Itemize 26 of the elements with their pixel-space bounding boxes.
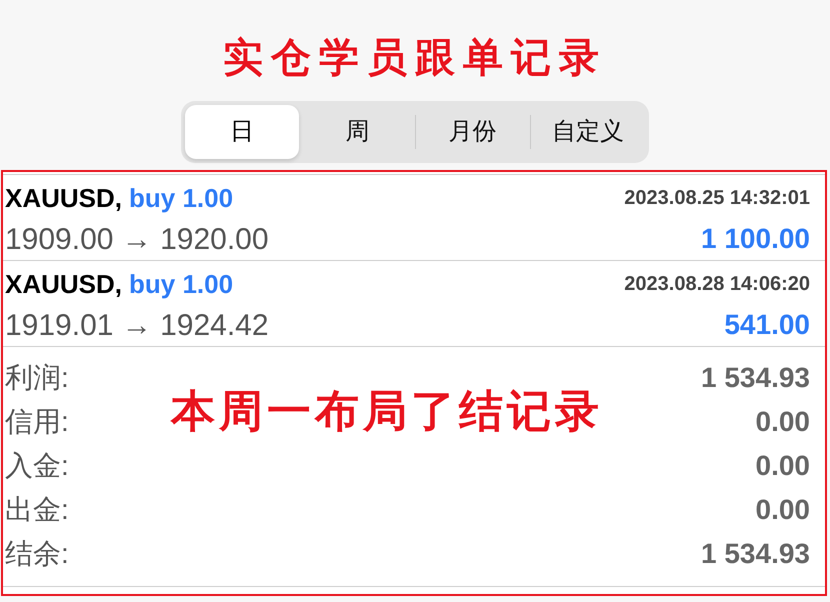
- deal-prices: 1909.00 → 1920.00: [5, 222, 269, 258]
- deal-profit: 1 100.00: [701, 222, 810, 256]
- period-tab[interactable]: 日: [185, 105, 300, 159]
- summary-value: 0.00: [756, 493, 810, 527]
- summary-value: 1 534.93: [701, 537, 810, 571]
- deal-action: buy 1.00: [129, 268, 234, 300]
- summary-value: 1 534.93: [701, 361, 810, 395]
- period-tab[interactable]: 月份: [416, 105, 530, 159]
- deal-time: 2023.08.25 14:32:01: [624, 186, 810, 211]
- deal-prices: 1919.01 → 1924.42: [5, 308, 269, 344]
- deal-symbol: XAUUSD,: [5, 268, 122, 300]
- deal-profit: 541.00: [724, 308, 810, 342]
- summary-label: 结余:: [5, 537, 69, 571]
- summary-value: 0.00: [756, 449, 810, 483]
- summary-label: 出金:: [5, 493, 69, 527]
- summary-label: 利润:: [5, 361, 69, 395]
- period-tab[interactable]: 周: [300, 105, 414, 159]
- summary-value: 0.00: [756, 405, 810, 439]
- deal-symbol: XAUUSD,: [5, 182, 122, 214]
- page-title: 实仓学员跟单记录: [223, 34, 607, 82]
- period-tab[interactable]: 自定义: [530, 105, 645, 159]
- summary-label: 入金:: [5, 449, 69, 483]
- summary-label: 信用:: [5, 405, 69, 439]
- deal-action: buy 1.00: [129, 182, 234, 214]
- annotation-text: 本周一布局了结记录: [171, 387, 603, 437]
- deal-time: 2023.08.28 14:06:20: [624, 272, 810, 297]
